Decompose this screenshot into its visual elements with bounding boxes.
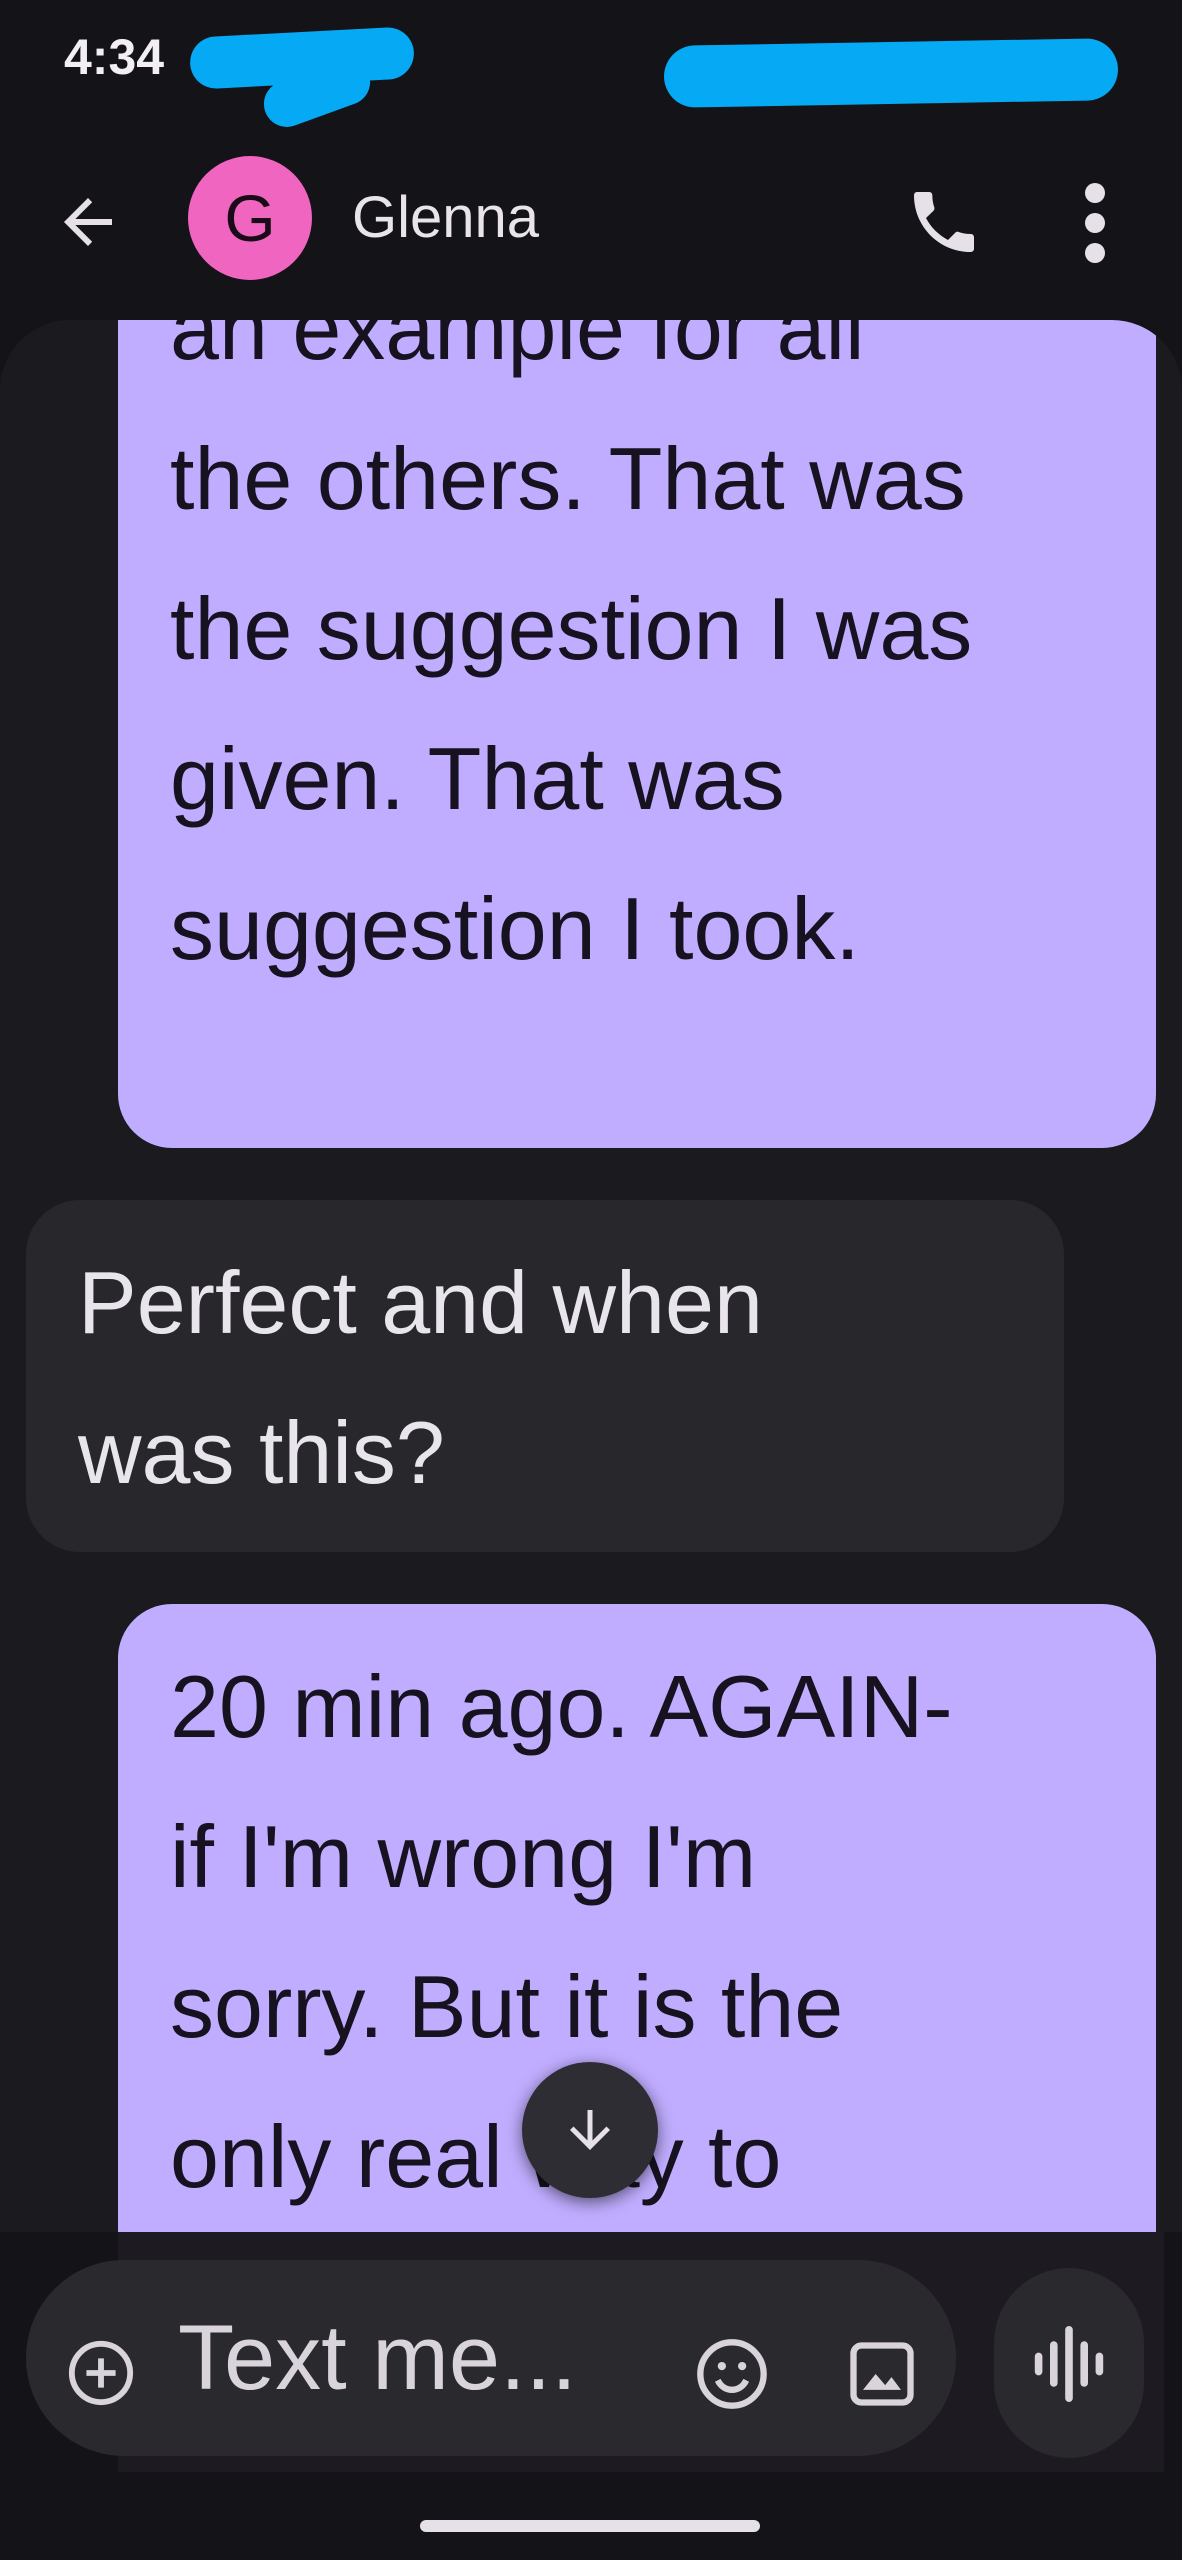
phone-icon[interactable] <box>904 182 984 262</box>
add-circle-icon[interactable] <box>66 2338 136 2408</box>
image-icon[interactable] <box>844 2336 920 2412</box>
avatar[interactable]: G <box>188 156 312 280</box>
home-indicator[interactable] <box>420 2520 760 2532</box>
emoji-icon[interactable] <box>694 2336 770 2412</box>
contact-name[interactable]: Glenna <box>352 184 539 251</box>
message-thread[interactable]: you and make you an example for all the … <box>0 320 1182 2240</box>
status-bar: 4:34 <box>0 0 1182 134</box>
arrow-left-icon[interactable] <box>52 186 124 258</box>
conversation-header: G Glenna <box>0 150 1182 290</box>
redaction-mark-right <box>663 38 1119 108</box>
more-vert-icon[interactable] <box>1060 178 1130 268</box>
message-bubble-incoming[interactable]: Perfect and when was this? <box>26 1200 1064 1552</box>
message-bubble-outgoing[interactable]: you and make you an example for all the … <box>118 320 1156 1148</box>
arrow-down-icon <box>570 2110 610 2150</box>
voice-waveform-icon <box>1034 2326 1104 2402</box>
scroll-to-bottom-button[interactable] <box>522 2062 658 2198</box>
message-input-placeholder[interactable]: Text me... <box>178 2306 577 2411</box>
status-time: 4:34 <box>64 29 165 85</box>
